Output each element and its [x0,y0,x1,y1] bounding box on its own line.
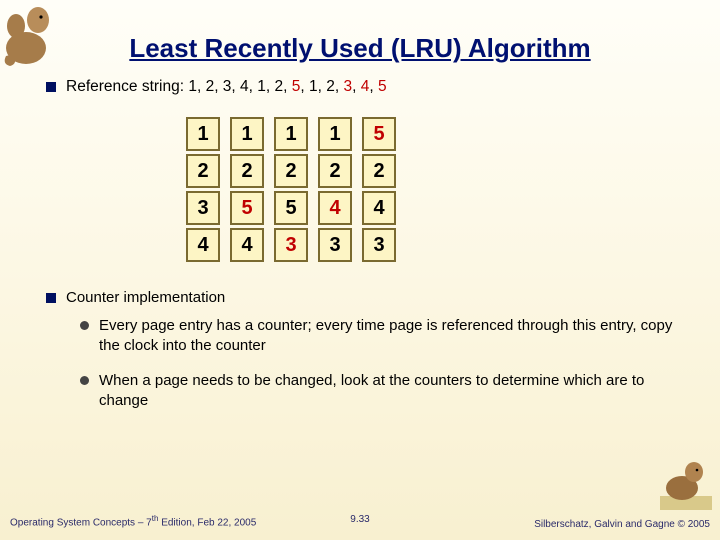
sub-bullet-item: Every page entry has a counter; every ti… [80,316,690,357]
frame-cell: 3 [274,228,308,262]
round-bullet-icon [80,321,89,330]
square-bullet-icon [46,82,56,92]
frame-cell: 4 [230,228,264,262]
frame-cell: 2 [318,154,352,188]
square-bullet-icon [46,293,56,303]
bullet-reference-string: Reference string: 1, 2, 3, 4, 1, 2, 5, 1… [46,78,690,96]
footer-right: Silberschatz, Galvin and Gagne © 2005 [534,519,710,530]
frame-cell: 4 [318,191,352,225]
frame-cell: 1 [318,117,352,151]
reference-string-text: Reference string: 1, 2, 3, 4, 1, 2, 5, 1… [66,78,387,96]
bullet-counter-impl: Counter implementation [46,289,690,306]
frame-cell: 4 [362,191,396,225]
frame-cell: 1 [274,117,308,151]
frame-cell: 5 [362,117,396,151]
dinosaur-decoration-bottom-right [660,456,712,510]
frame-cell: 5 [230,191,264,225]
slide-title: Least Recently Used (LRU) Algorithm [0,33,720,64]
slide-content: Reference string: 1, 2, 3, 4, 1, 2, 5, 1… [46,78,690,425]
round-bullet-icon [80,376,89,385]
page-frames-table: 1 1 1 1 5 2 2 2 2 2 3 5 5 4 4 4 4 3 3 3 [176,114,406,265]
slide-footer: Operating System Concepts – 7th Edition,… [0,514,720,530]
sub-bullet-item: When a page needs to be changed, look at… [80,371,690,412]
sub-bullet-list: Every page entry has a counter; every ti… [80,316,690,411]
frame-cell: 2 [274,154,308,188]
sub-bullet-text: Every page entry has a counter; every ti… [99,316,690,357]
frame-cell: 2 [186,154,220,188]
frame-cell: 3 [318,228,352,262]
frame-cell: 4 [186,228,220,262]
bullet-text: Counter implementation [66,289,225,306]
frame-cell: 3 [186,191,220,225]
frame-cell: 1 [230,117,264,151]
frame-cell: 2 [230,154,264,188]
frame-cell: 2 [362,154,396,188]
frame-cell: 3 [362,228,396,262]
footer-page-number: 9.33 [350,514,369,525]
footer-left: Operating System Concepts – 7th Edition,… [10,514,256,528]
frame-cell: 1 [186,117,220,151]
frame-cell: 5 [274,191,308,225]
sub-bullet-text: When a page needs to be changed, look at… [99,371,690,412]
